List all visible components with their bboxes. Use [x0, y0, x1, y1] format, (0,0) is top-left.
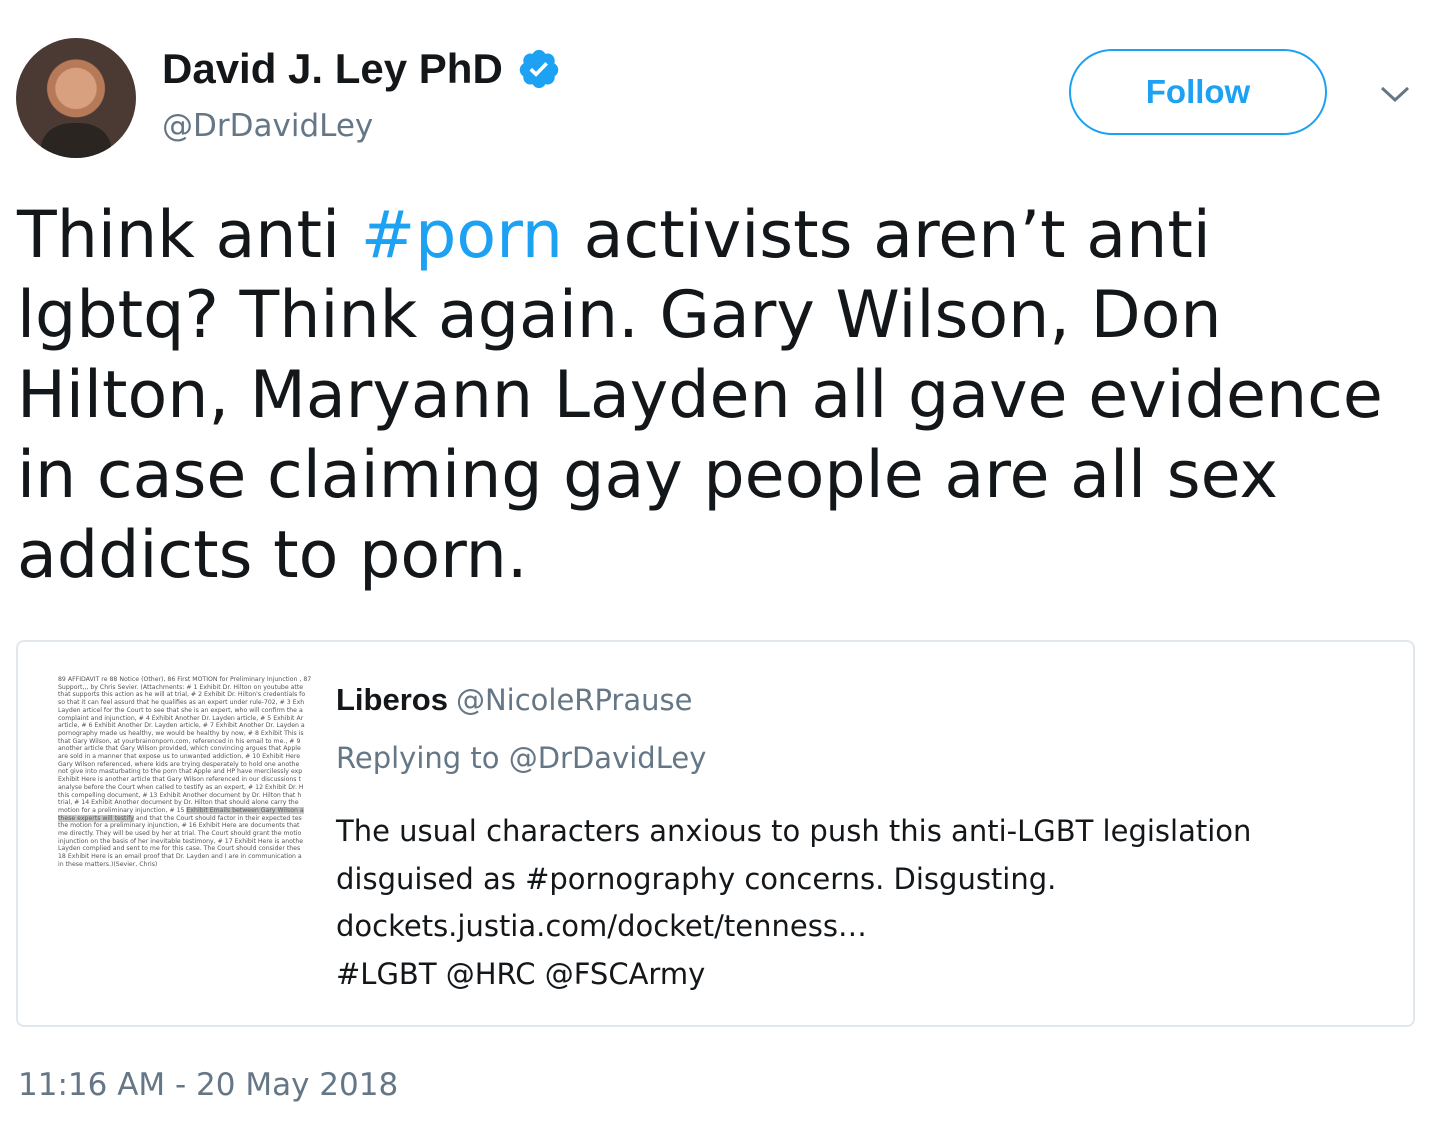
thumbnail-text-line: pornography made us healthy, we would be…	[58, 729, 304, 737]
replying-to-label: Replying to	[336, 741, 509, 775]
thumbnail-text-line: the motion for a preliminary injunction,…	[58, 822, 300, 830]
thumbnail-text-line: this compelling document, # 13 Exhibit A…	[58, 791, 302, 799]
tweet-text-start: Think anti	[17, 198, 361, 273]
replying-to: Replying to @DrDavidLey	[336, 736, 706, 780]
thumbnail-text-line: Layden articel for the Court to see that…	[58, 706, 303, 714]
quoted-tweet-thumbnail: 89 AFFIDAVIT re 88 Notice (Other), 86 Fi…	[58, 676, 328, 934]
author-handle[interactable]: @DrDavidLey	[162, 104, 373, 148]
quoted-tweet[interactable]: 89 AFFIDAVIT re 88 Notice (Other), 86 Fi…	[16, 640, 1415, 1027]
thumbnail-text-line: Exhibit Here is another article that Gar…	[58, 776, 301, 784]
verified-badge-icon	[519, 49, 559, 89]
quoted-text-line: The usual characters anxious to push thi…	[336, 814, 1252, 848]
thumbnail-text-line: 89 AFFIDAVIT re 88 Notice (Other), 86 Fi…	[58, 676, 312, 683]
quoted-tweet-text: The usual characters anxious to push thi…	[336, 808, 1396, 998]
thumbnail-text-line: article, # 6 Exhibit Another Dr. Layden …	[58, 722, 305, 730]
quoted-author: Liberos @NicoleRPrause	[336, 678, 692, 722]
tweet-text: Think anti #porn activists aren’t anti l…	[17, 196, 1412, 596]
quoted-text-line: #LGBT @HRC @FSCArmy	[336, 956, 706, 991]
replying-to-handle: @DrDavidLey	[508, 741, 707, 775]
thumbnail-text-line: these experts will testify and that the …	[58, 814, 302, 822]
chevron-down-icon[interactable]	[1378, 82, 1412, 106]
thumbnail-text-line: Layden complied and sent to me for this …	[58, 845, 301, 853]
thumbnail-text-line: motion for a preliminary injunction, # 1…	[58, 806, 304, 814]
thumbnail-text-line: me directly. They will be used by her at…	[58, 830, 302, 838]
thumbnail-text-line: complaint and injunction, # 4 Exhibit An…	[58, 714, 304, 722]
thumbnail-text-line: trial, # 14 Exhibit Another document by …	[58, 799, 299, 807]
quoted-text-line: dockets.justia.com/docket/tenness…	[336, 909, 867, 943]
thumbnail-text-line: that supports this action as he will at …	[58, 691, 306, 699]
thumbnail-text-line: another article that Gary Wilson provide…	[58, 745, 301, 753]
thumbnail-text-line: so that it can feel assurd that he quali…	[58, 699, 305, 707]
quoted-author-handle: @NicoleRPrause	[455, 683, 693, 717]
thumbnail-text-line: that Gary Wilson, at yourbrainonporn.com…	[58, 737, 301, 745]
thumbnail-text-line: injunction on the basis of her inevitabl…	[58, 837, 304, 845]
thumbnail-text-line: not give into masturbating to the porn t…	[58, 768, 303, 776]
hashtag-link[interactable]: #porn	[361, 198, 563, 273]
quoted-author-name: Liberos	[336, 682, 448, 717]
author-name-row[interactable]: David J. Ley PhD	[162, 40, 561, 98]
tweet-timestamp[interactable]: 11:16 AM - 20 May 2018	[18, 1063, 398, 1107]
thumbnail-text-line: in these matters.)(Sevier, Chris)	[58, 860, 158, 868]
thumbnail-text-line: Support,,, by Chris Sevier. (Attachments…	[58, 683, 304, 691]
author-display-name[interactable]: David J. Ley PhD	[162, 40, 503, 98]
avatar[interactable]	[16, 38, 136, 158]
thumbnail-text-line: analyse before the Court when called to …	[58, 783, 304, 791]
thumbnail-text-line: Gary Wilson referenced, where kids are t…	[58, 760, 300, 768]
quoted-text-line: disguised as #pornography concerns. Disg…	[336, 861, 1057, 896]
thumbnail-text-line: are sold in a manner that expose us to u…	[58, 753, 301, 761]
follow-button[interactable]: Follow	[1069, 49, 1327, 135]
thumbnail-text-line: 18 Exhibit Here is an email proof that D…	[58, 853, 302, 861]
